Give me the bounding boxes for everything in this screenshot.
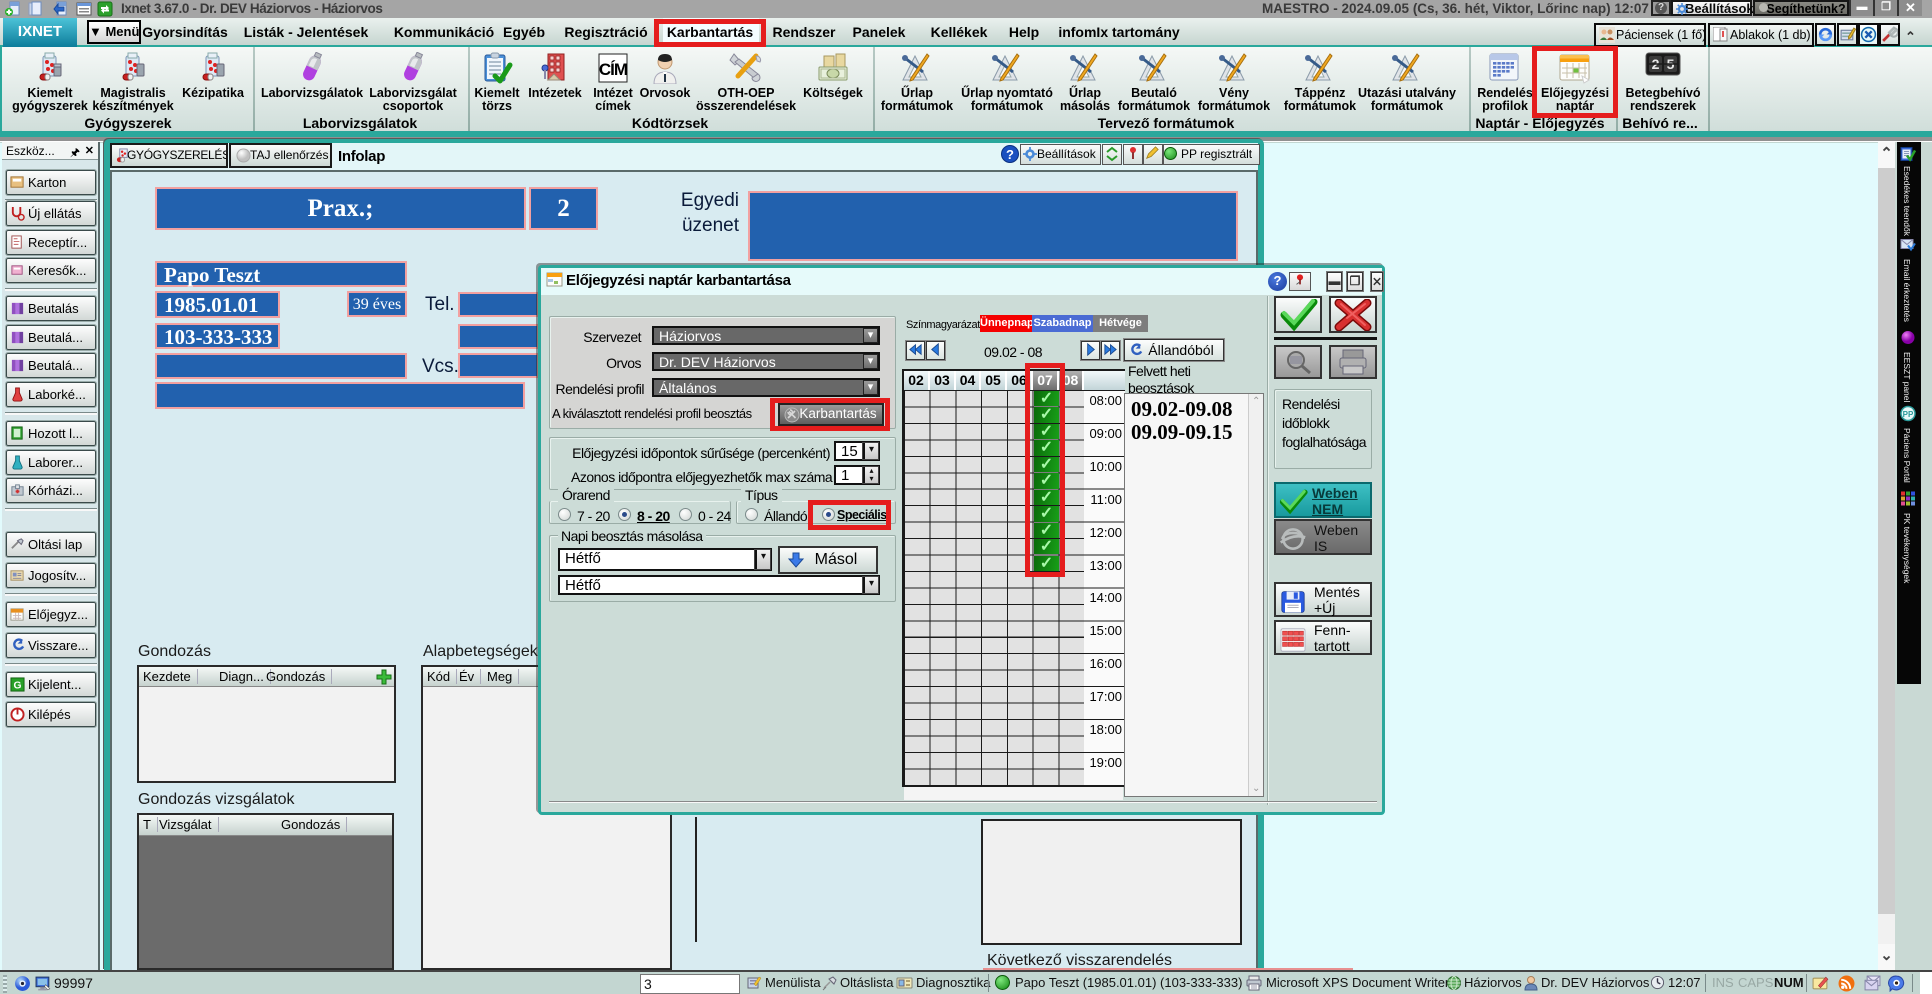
svg-text:PP: PP [1903,410,1914,419]
svg-text:G: G [13,680,21,691]
svg-text:CÍM: CÍM [599,60,628,79]
